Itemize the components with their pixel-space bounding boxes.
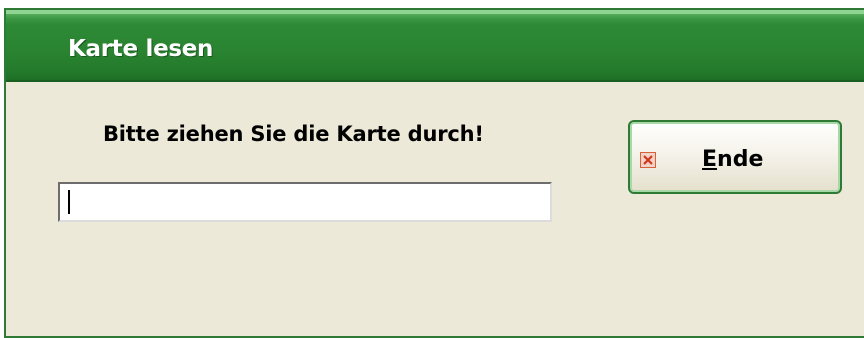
title-bar[interactable]: Karte lesen	[6, 10, 864, 82]
end-button[interactable]: Ende	[628, 120, 842, 194]
close-icon	[640, 152, 656, 168]
end-button-label: Ende	[702, 147, 763, 172]
window-title: Karte lesen	[68, 36, 214, 62]
end-button-mnemonic: E	[702, 147, 718, 172]
dialog-window: Karte lesen Bitte ziehen Sie die Karte d…	[4, 8, 864, 338]
end-button-label-rest: nde	[717, 147, 764, 172]
card-input[interactable]	[58, 182, 552, 222]
dialog-content: Bitte ziehen Sie die Karte durch! Ende	[6, 82, 864, 336]
swipe-card-prompt: Bitte ziehen Sie die Karte durch!	[103, 122, 484, 146]
text-caret	[68, 190, 70, 214]
